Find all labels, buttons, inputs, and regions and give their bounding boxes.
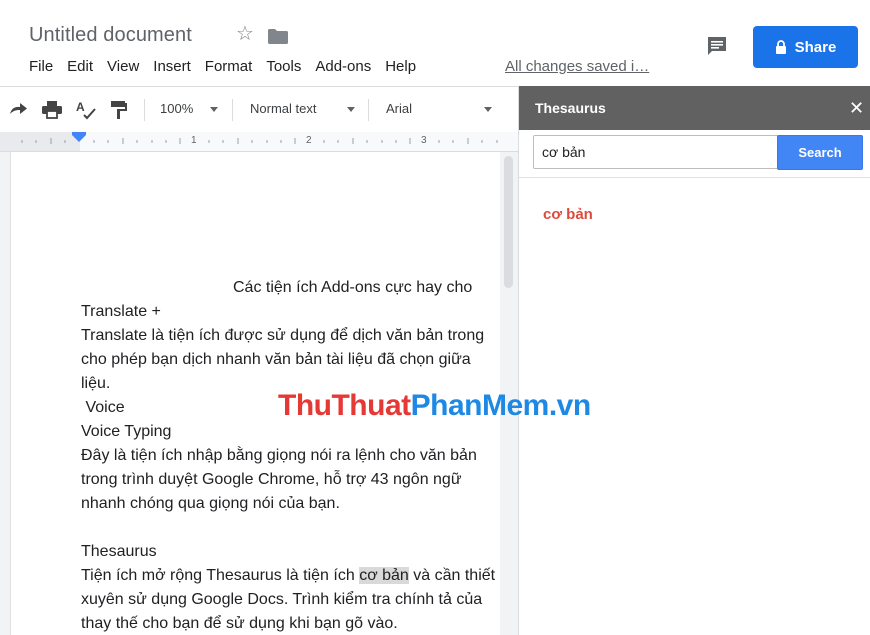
menu-view[interactable]: View: [100, 58, 146, 76]
style-dropdown-icon[interactable]: [347, 107, 355, 112]
svg-text:A: A: [76, 100, 85, 114]
zoom-dropdown-icon[interactable]: [210, 107, 218, 112]
doc-line: Đây là tiện ích nhập bằng giọng nói ra l…: [81, 447, 477, 464]
spellcheck-icon[interactable]: A: [76, 100, 96, 120]
doc-line: Translate +: [81, 303, 161, 320]
toolbar-divider: [368, 99, 369, 121]
save-status-link[interactable]: All changes saved i…: [505, 58, 649, 76]
print-icon[interactable]: [42, 101, 62, 119]
document-title[interactable]: Untitled document: [29, 24, 192, 47]
ruler-number: 3: [421, 135, 427, 146]
result-word[interactable]: cơ bản: [543, 206, 593, 223]
toolbar-divider: [144, 99, 145, 121]
formatting-toolbar: A 100% Normal text Arial: [0, 86, 518, 132]
watermark-part: ThuThuat: [278, 389, 411, 422]
menu-addons[interactable]: Add-ons: [308, 58, 378, 76]
scrollbar-thumb[interactable]: [504, 156, 513, 288]
doc-line: cho phép bạn dịch nhanh văn bản tài liệu…: [81, 351, 471, 368]
selected-text[interactable]: cơ bản: [359, 567, 409, 584]
thesaurus-sidebar: Thesaurus ✕ cơ bản Search cơ bản: [518, 86, 870, 635]
close-icon[interactable]: ✕: [849, 98, 864, 118]
menu-help[interactable]: Help: [378, 58, 423, 76]
folder-icon[interactable]: [268, 29, 288, 44]
thesaurus-search-input[interactable]: cơ bản: [533, 135, 786, 169]
lock-icon: [775, 40, 786, 54]
search-button[interactable]: Search: [777, 135, 863, 170]
doc-line: trong trình duyệt Google Chrome, hỗ trợ …: [81, 471, 462, 488]
redo-icon[interactable]: [8, 102, 28, 116]
ruler-number: 1: [191, 135, 197, 146]
indent-marker[interactable]: [72, 135, 86, 142]
doc-line: Voice: [81, 399, 125, 416]
menu-tools[interactable]: Tools: [259, 58, 308, 76]
doc-line: Thesaurus: [81, 543, 157, 560]
watermark-part: PhanMem.vn: [410, 389, 592, 422]
font-select[interactable]: Arial: [386, 101, 412, 117]
share-label: Share: [794, 38, 837, 56]
doc-line: Voice Typing: [81, 423, 172, 440]
doc-heading: Các tiện ích Add-ons cực hay cho: [233, 279, 473, 296]
share-button[interactable]: Share: [753, 26, 858, 68]
doc-line: nhanh chóng qua giọng nói của bạn.: [81, 495, 340, 512]
comment-icon[interactable]: [706, 35, 728, 57]
paint-format-icon[interactable]: [110, 100, 128, 120]
menu-edit[interactable]: Edit: [60, 58, 100, 76]
ruler[interactable]: 1 2 3: [0, 132, 518, 152]
menu-insert[interactable]: Insert: [146, 58, 198, 76]
menu-format[interactable]: Format: [198, 58, 260, 76]
ruler-number: 2: [306, 135, 312, 146]
doc-line: liệu.: [81, 375, 111, 392]
menu-bar: File Edit View Insert Format Tools Add-o…: [22, 58, 423, 76]
doc-line: Tiện ích mở rộng Thesaurus là tiện ích c…: [81, 566, 495, 586]
style-select[interactable]: Normal text: [250, 101, 316, 117]
divider: [519, 177, 870, 178]
doc-line: xuyên sử dụng Google Docs. Trình kiểm tr…: [81, 591, 483, 608]
menu-file[interactable]: File: [22, 58, 60, 76]
doc-text: và cần thiết: [408, 567, 496, 584]
doc-line: thay thế cho bạn để sử dụng khi bạn gõ v…: [81, 615, 398, 632]
sidebar-header: Thesaurus ✕: [519, 86, 870, 130]
doc-text: Tiện ích mở rộng Thesaurus là tiện ích: [81, 567, 360, 584]
zoom-select[interactable]: 100%: [160, 101, 193, 117]
toolbar-divider: [232, 99, 233, 121]
sidebar-title: Thesaurus: [535, 100, 606, 116]
doc-line: Translate là tiện ích được sử dụng để dị…: [81, 327, 485, 344]
star-icon[interactable]: ☆: [236, 23, 254, 45]
font-dropdown-icon[interactable]: [484, 107, 492, 112]
docs-header: Untitled document ☆ File Edit View Inser…: [0, 0, 870, 86]
watermark: ThuThuatPhanMem.vn: [278, 386, 591, 426]
